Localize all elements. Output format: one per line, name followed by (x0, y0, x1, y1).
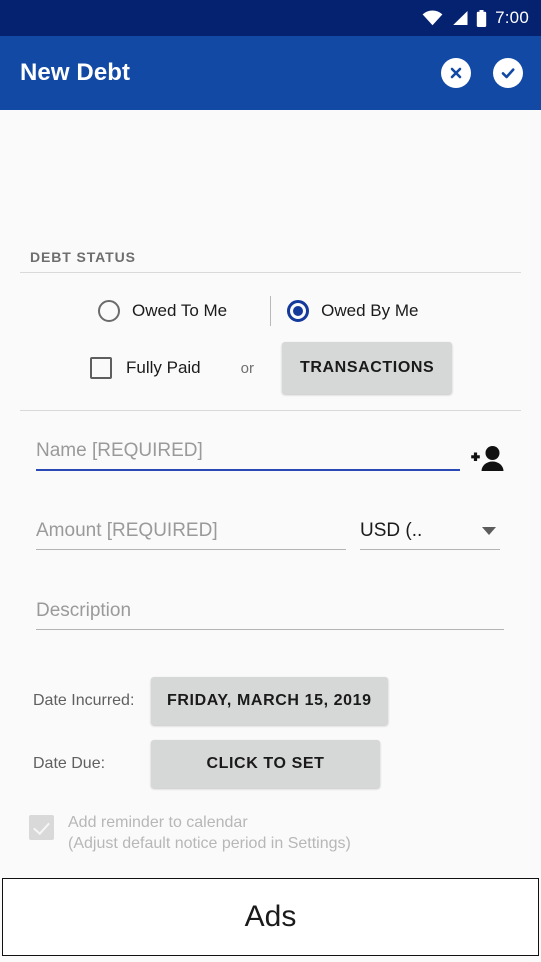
date-incurred-label: Date Incurred: (33, 692, 135, 709)
app-bar: New Debt (0, 36, 541, 110)
radio-owed-by-me[interactable]: Owed By Me (287, 300, 418, 322)
description-input[interactable] (36, 600, 504, 629)
radio-owed-to-me[interactable]: Owed To Me (98, 300, 227, 322)
close-circle-icon[interactable] (441, 58, 471, 88)
reminder-secondary-label: (Adjust default notice period in Setting… (68, 835, 351, 852)
amount-field-wrapper (36, 520, 346, 550)
radio-checked-icon[interactable] (287, 300, 310, 322)
app-bar-actions (441, 58, 523, 88)
ad-banner[interactable]: Ads (2, 878, 539, 956)
fully-paid-row: Fully Paid or TRANSACTIONS (0, 342, 541, 394)
battery-icon (476, 9, 487, 27)
debt-status-section-label: DEBT STATUS (30, 249, 136, 265)
status-bar: 7:00 (0, 0, 541, 36)
calendar-reminder-row: Add reminder to calendar (Adjust default… (29, 812, 351, 854)
status-bar-clock: 7:00 (495, 8, 529, 27)
reminder-checkbox-checked-disabled-icon (29, 815, 54, 840)
radio-owed-to-me-label: Owed To Me (132, 301, 228, 320)
person-add-icon[interactable] (464, 438, 512, 480)
radio-vertical-divider (270, 296, 271, 326)
page-title: New Debt (20, 59, 131, 86)
date-due-label: Date Due: (33, 755, 106, 772)
date-incurred-button[interactable]: FRIDAY, MARCH 15, 2019 (151, 677, 388, 725)
form-content: DEBT STATUS Owed To Me Owed By Me Fully … (0, 110, 541, 878)
name-input[interactable] (36, 440, 460, 469)
caret-down-icon (482, 527, 496, 535)
date-due-button[interactable]: CLICK TO SET (151, 740, 380, 788)
radio-owed-by-me-label: Owed By Me (321, 301, 419, 320)
name-field-underline (36, 440, 460, 471)
reminder-text-block: Add reminder to calendar (Adjust default… (68, 812, 351, 854)
radio-unchecked-icon[interactable] (98, 300, 120, 322)
or-separator-text: or (240, 359, 254, 377)
fully-paid-checkbox[interactable] (90, 357, 112, 379)
currency-select[interactable]: USD (.. (360, 520, 500, 550)
description-field-wrapper (36, 600, 504, 630)
divider-top (20, 272, 521, 273)
currency-selected-value: USD (.. (360, 520, 423, 541)
status-bar-icons (422, 9, 487, 27)
cell-signal-icon (450, 10, 469, 26)
transactions-button[interactable]: TRANSACTIONS (281, 342, 453, 394)
wifi-icon (422, 10, 443, 26)
date-incurred-row: Date Incurred: FRIDAY, MARCH 15, 2019 (0, 676, 541, 726)
reminder-primary-label: Add reminder to calendar (68, 814, 248, 831)
check-circle-icon[interactable] (493, 58, 523, 88)
description-field-underline (36, 600, 504, 630)
divider-bottom (20, 410, 521, 411)
amount-field-underline (36, 520, 346, 550)
ad-banner-label: Ads (244, 900, 297, 933)
fully-paid-label: Fully Paid (126, 358, 201, 377)
app-screen: 7:00 New Debt DEBT STATUS Owed To Me Owe… (0, 0, 541, 962)
amount-input[interactable] (36, 520, 346, 549)
date-due-row: Date Due: CLICK TO SET (0, 739, 541, 789)
name-field-wrapper (36, 440, 460, 471)
